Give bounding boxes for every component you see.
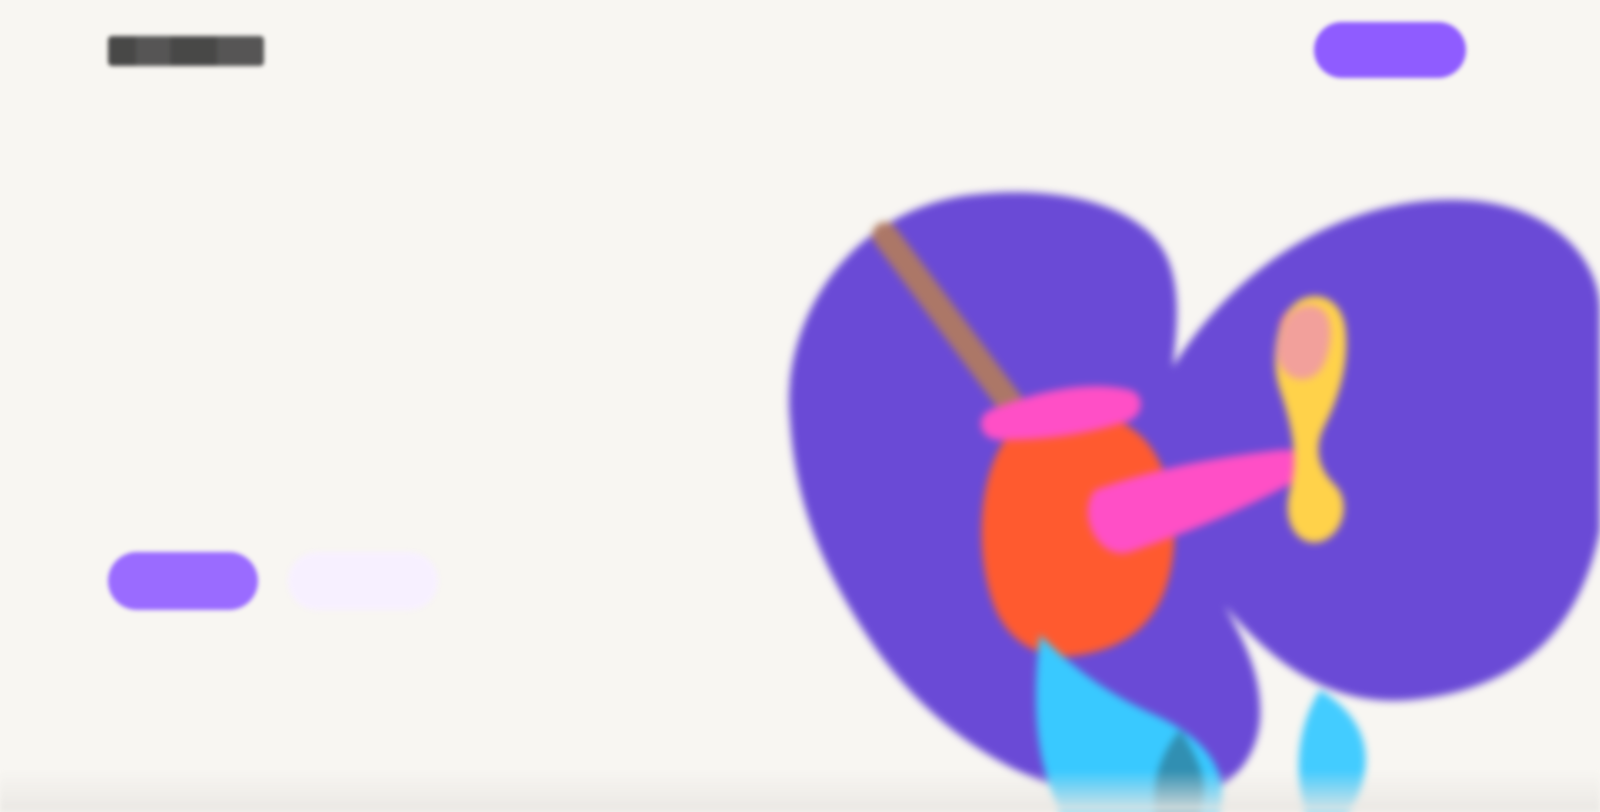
nav-link-2[interactable]: [982, 30, 1078, 72]
nav-link-1[interactable]: [834, 30, 944, 72]
hero-illustration: [760, 170, 1600, 812]
nav-link-3[interactable]: [1120, 30, 1270, 72]
hero-secondary-button[interactable]: [288, 552, 438, 610]
bottom-shadow: [0, 770, 1600, 812]
brand-logo[interactable]: [108, 36, 264, 66]
hero-illustration-graphic: [789, 192, 1600, 812]
hero-primary-button[interactable]: [108, 552, 258, 610]
hero-heading: [108, 274, 628, 386]
landing-page: [0, 0, 1600, 812]
header-cta-button[interactable]: [1314, 22, 1466, 78]
site-header: [0, 0, 1600, 100]
